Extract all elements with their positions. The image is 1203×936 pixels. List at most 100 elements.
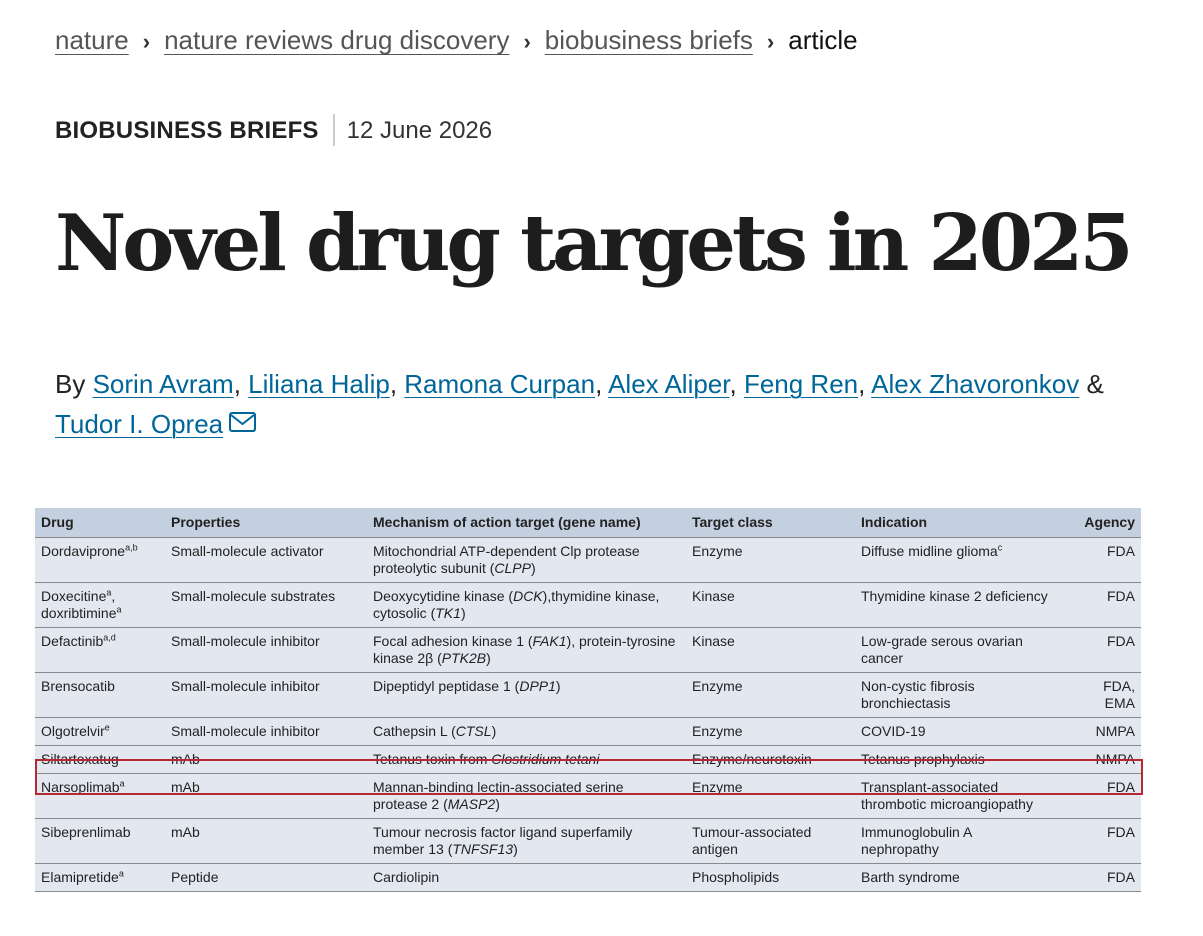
column-header-target-class: Target class: [692, 514, 773, 530]
cell-indication: Immunoglobulin A nephropathy: [861, 824, 972, 857]
cell-agency: FDA: [1107, 824, 1135, 840]
footnote-marker: a: [116, 604, 122, 615]
cell-properties: Peptide: [171, 869, 219, 885]
gene-name: DPP1: [519, 678, 556, 694]
species-name: Clostridium tetani: [491, 751, 600, 767]
meta-divider: [332, 113, 335, 146]
cell-target-class: Enzyme: [692, 678, 743, 694]
cell-drug: Doxecitinea, doxribtiminea: [41, 587, 122, 621]
author-link[interactable]: Tudor I. Oprea: [55, 409, 223, 439]
author-link[interactable]: Alex Zhavoronkov: [871, 369, 1079, 399]
table-row: Doxecitinea, doxribtiminea Small-molecule …: [35, 582, 1141, 628]
author-link[interactable]: Sorin Avram: [93, 369, 234, 399]
footnote-marker: a: [106, 587, 112, 598]
cell-target-class: Enzyme: [692, 779, 743, 795]
breadcrumb-current: article: [788, 25, 858, 55]
gene-name: FAK1: [532, 633, 567, 649]
cell-properties: mAb: [171, 824, 200, 840]
table-row: Olgotrelvire Small-molecule inhibitor Cath…: [35, 717, 1141, 746]
cell-mechanism: Mannan-binding lectin-associated serine …: [373, 779, 624, 812]
cell-indication: Diffuse midline gliomac: [861, 542, 1003, 559]
author-link[interactable]: Feng Ren: [744, 369, 858, 399]
footnote-marker: a,b: [125, 542, 138, 553]
column-header-properties: Properties: [171, 514, 241, 530]
cell-mechanism: Cathepsin L (CTSL): [373, 723, 497, 739]
cell-agency: FDA, EMA: [1103, 678, 1135, 711]
mail-icon[interactable]: [229, 403, 257, 443]
author-link[interactable]: Alex Aliper: [608, 369, 729, 399]
cell-indication: Thymidine kinase 2 deficiency: [861, 588, 1048, 604]
author-link[interactable]: Liliana Halip: [248, 369, 390, 399]
article-type: BIOBUSINESS BRIEFS: [55, 117, 319, 144]
cell-agency: NMPA: [1095, 751, 1135, 767]
column-header-agency: Agency: [1084, 514, 1135, 530]
gene-name: CLPP: [494, 560, 531, 576]
cell-agency: FDA: [1107, 588, 1135, 604]
cell-mechanism: Cardiolipin: [373, 869, 440, 885]
cell-indication: Tetanus prophylaxis: [861, 751, 985, 767]
cell-mechanism: Mitochondrial ATP-dependent Clp protease…: [373, 543, 640, 576]
authors-conjunction: &: [1086, 369, 1104, 399]
gene-name: CTSL: [455, 723, 492, 739]
gene-name: DCK: [513, 588, 543, 604]
cell-drug: Sibeprenlimab: [41, 824, 131, 840]
table-row: Sibeprenlimab mAb Tumour necrosis factor l…: [35, 818, 1141, 864]
drug-targets-table-wrap: Drug Properties Mechanism of action targ…: [35, 508, 1143, 892]
footnote-marker: a,d: [103, 632, 116, 643]
footnote-marker: e: [104, 722, 110, 733]
cell-mechanism: Focal adhesion kinase 1 (FAK1), protein-…: [373, 633, 676, 666]
cell-mechanism: Deoxycytidine kinase (DCK),thymidine kin…: [373, 588, 660, 621]
breadcrumb-link-section[interactable]: biobusiness briefs: [545, 25, 753, 55]
cell-properties: Small-molecule substrates: [171, 588, 336, 604]
cell-drug: Olgotrelvire: [41, 722, 110, 739]
cell-indication: COVID-19: [861, 723, 926, 739]
chevron-right-icon: ›: [766, 29, 775, 54]
cell-drug: Defactiniba,d: [41, 632, 116, 649]
cell-properties: mAb: [171, 751, 200, 767]
cell-agency: FDA: [1107, 633, 1135, 649]
gene-name: TK1: [435, 605, 461, 621]
footnote-marker: a: [118, 868, 124, 879]
cell-target-class: Kinase: [692, 588, 735, 604]
cell-indication: Transplant-associated thrombotic microan…: [861, 779, 1033, 812]
cell-target-class: Tumour-associated antigen: [692, 824, 812, 857]
article-title: Novel drug targets in 2025: [55, 198, 1134, 289]
cell-drug: Brensocatib: [41, 678, 115, 694]
author-link[interactable]: Ramona Curpan: [404, 369, 595, 399]
cell-properties: Small-molecule inhibitor: [171, 633, 320, 649]
gene-name: TNFSF13: [452, 841, 514, 857]
authors-prefix: By: [55, 369, 86, 399]
publish-date: 12 June 2026: [346, 117, 493, 144]
table-row: Dordavipronea,b Small-molecule activator M…: [35, 537, 1141, 583]
cell-drug: Narsoplimaba: [41, 778, 125, 795]
cell-target-class: Enzyme/neurotoxin: [692, 751, 812, 767]
cell-agency: FDA: [1107, 869, 1135, 885]
table-body: Dordavipronea,b Small-molecule activator M…: [35, 537, 1141, 892]
cell-mechanism: Tumour necrosis factor ligand superfamil…: [373, 824, 633, 857]
chevron-right-icon: ›: [142, 29, 151, 54]
cell-indication: Non-cystic fibrosis bronchiectasis: [861, 678, 975, 711]
column-header-drug: Drug: [41, 514, 74, 530]
article-meta: BIOBUSINESS BRIEFS 12 June 2026: [55, 113, 493, 148]
column-header-mechanism: Mechanism of action target (gene name): [373, 514, 641, 530]
table-row: Defactiniba,d Small-molecule inhibitor Foc…: [35, 627, 1141, 673]
table-row: Narsoplimaba mAb Mannan-binding lectin-ass…: [35, 773, 1141, 819]
footnote-marker: c: [997, 542, 1003, 553]
cell-properties: Small-molecule inhibitor: [171, 678, 320, 694]
cell-properties: mAb: [171, 779, 200, 795]
breadcrumb-link-nature[interactable]: nature: [55, 25, 129, 55]
cell-indication: Low-grade serous ovarian cancer: [861, 633, 1023, 666]
cell-agency: NMPA: [1095, 723, 1135, 739]
cell-drug: Siltartoxatug: [41, 751, 119, 767]
cell-target-class: Enzyme: [692, 543, 743, 559]
author-list: By Sorin Avram, Liliana Halip, Ramona Cu…: [55, 364, 1165, 446]
cell-properties: Small-molecule inhibitor: [171, 723, 320, 739]
breadcrumb: nature › nature reviews drug discovery › bio…: [55, 22, 858, 60]
cell-agency: FDA: [1107, 779, 1135, 795]
column-header-indication: Indication: [861, 514, 928, 530]
table-row-highlighted: Siltartoxatug mAb Tetanus toxin from Clost…: [35, 745, 1141, 774]
gene-name: PTK2B: [441, 650, 487, 666]
chevron-right-icon: ›: [523, 29, 531, 54]
cell-target-class: Kinase: [692, 633, 735, 649]
breadcrumb-link-journal[interactable]: nature reviews drug discovery: [164, 25, 509, 55]
